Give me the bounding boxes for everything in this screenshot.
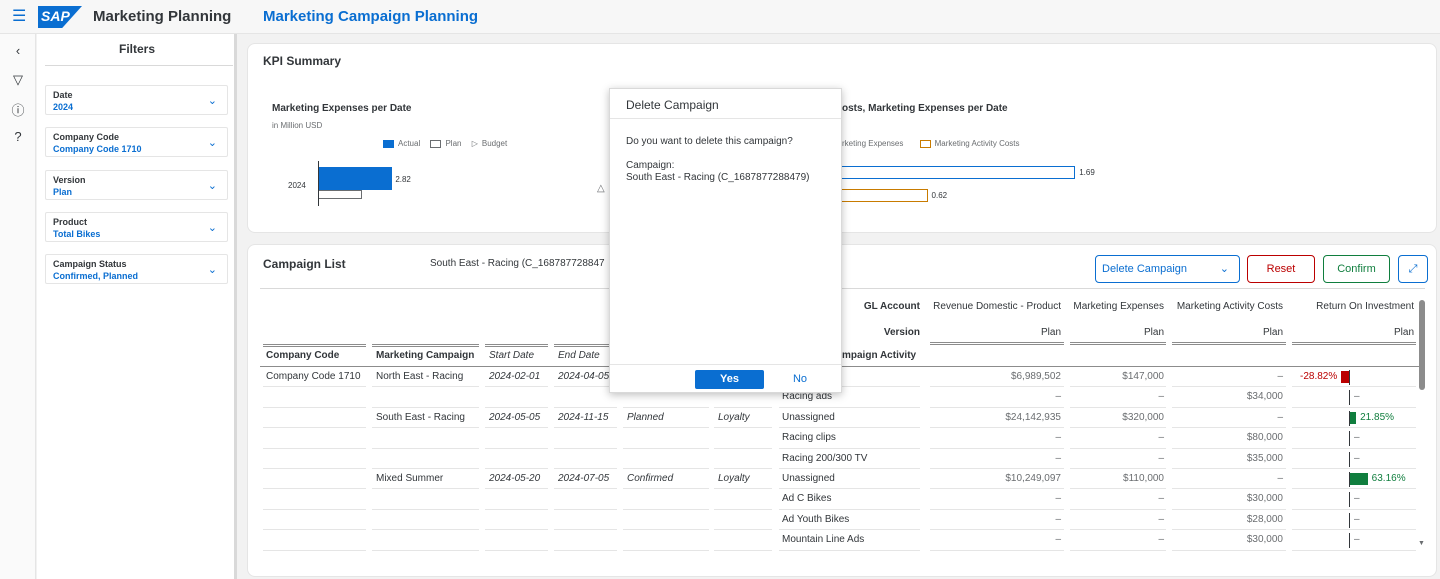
delete-campaign-dialog: Delete Campaign Do you want to delete th… <box>609 88 842 393</box>
dialog-question: Do you want to delete this campaign? <box>626 136 793 147</box>
dialog-header-divider <box>610 118 841 119</box>
dialog-campaign-value: South East - Racing (C_1687877288479) <box>626 172 810 183</box>
dialog-campaign-label: Campaign: <box>626 160 675 171</box>
no-button[interactable]: No <box>774 370 826 389</box>
dialog-title: Delete Campaign <box>626 98 719 112</box>
yes-button[interactable]: Yes <box>695 370 764 389</box>
dialog-footer-divider <box>610 364 841 365</box>
